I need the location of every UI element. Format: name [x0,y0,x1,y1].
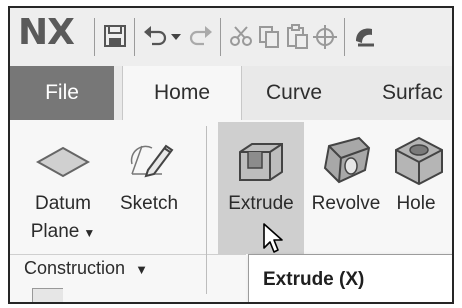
revolve-label: Revolve [311,193,381,214]
nx-window: NX File Home Curve Surfac Datum Plane ▼ … [8,6,454,304]
paste-icon[interactable] [282,19,312,53]
group-separator [206,126,207,294]
extrude-icon [239,143,283,181]
toolbar-separator [220,18,221,56]
sketch-icon [130,144,174,178]
extrude-button[interactable]: Extrude [218,128,304,218]
tab-surface[interactable]: Surfac [372,66,452,120]
datum-plane-label-line1: Datum [35,193,91,214]
toolbar-separator [94,18,95,56]
datum-plane-label-line2: Plane [30,221,80,242]
nx-logo: NX [18,12,75,53]
cut-icon[interactable] [226,19,256,53]
touch-mode-icon[interactable] [350,19,380,53]
tooltip-title: Extrude (X) [263,269,365,290]
hole-button[interactable]: Hole [388,128,444,218]
construction-label: Construction [24,258,126,278]
toolbar-separator [134,18,135,56]
hole-icon [395,136,443,186]
chevron-down-icon[interactable]: ▼ [83,226,95,240]
save-icon[interactable] [100,19,130,53]
ribbon-tabs: File Home Curve Surfac [10,66,452,121]
sketch-label: Sketch [119,193,179,214]
copy-icon[interactable] [254,19,284,53]
quick-access-toolbar: NX [10,8,452,67]
revolve-button[interactable]: Revolve [306,128,386,218]
sketch-button[interactable]: Sketch [110,128,188,218]
toolbar-separator [344,18,345,56]
datum-plane-icon [35,146,91,178]
hole-label: Hole [396,193,436,214]
redo-icon[interactable] [186,19,216,53]
extrude-tooltip: Extrude (X) [248,254,452,302]
tab-home[interactable]: Home [122,66,242,121]
construction-group-label[interactable]: Construction ▼ [24,258,148,279]
gear-icon[interactable] [32,288,63,302]
group-rule [10,254,246,255]
undo-dropdown-icon[interactable] [168,19,184,53]
chevron-down-icon[interactable]: ▼ [135,262,148,277]
tab-curve[interactable]: Curve [256,66,332,120]
datum-plane-button[interactable]: Datum Plane ▼ [22,128,104,247]
tab-file[interactable]: File [10,66,114,120]
revolve-icon [323,136,371,184]
undo-icon[interactable] [140,19,170,53]
mouse-pointer-icon [263,223,283,253]
extrude-label: Extrude [228,193,294,214]
snap-icon[interactable] [310,19,340,53]
